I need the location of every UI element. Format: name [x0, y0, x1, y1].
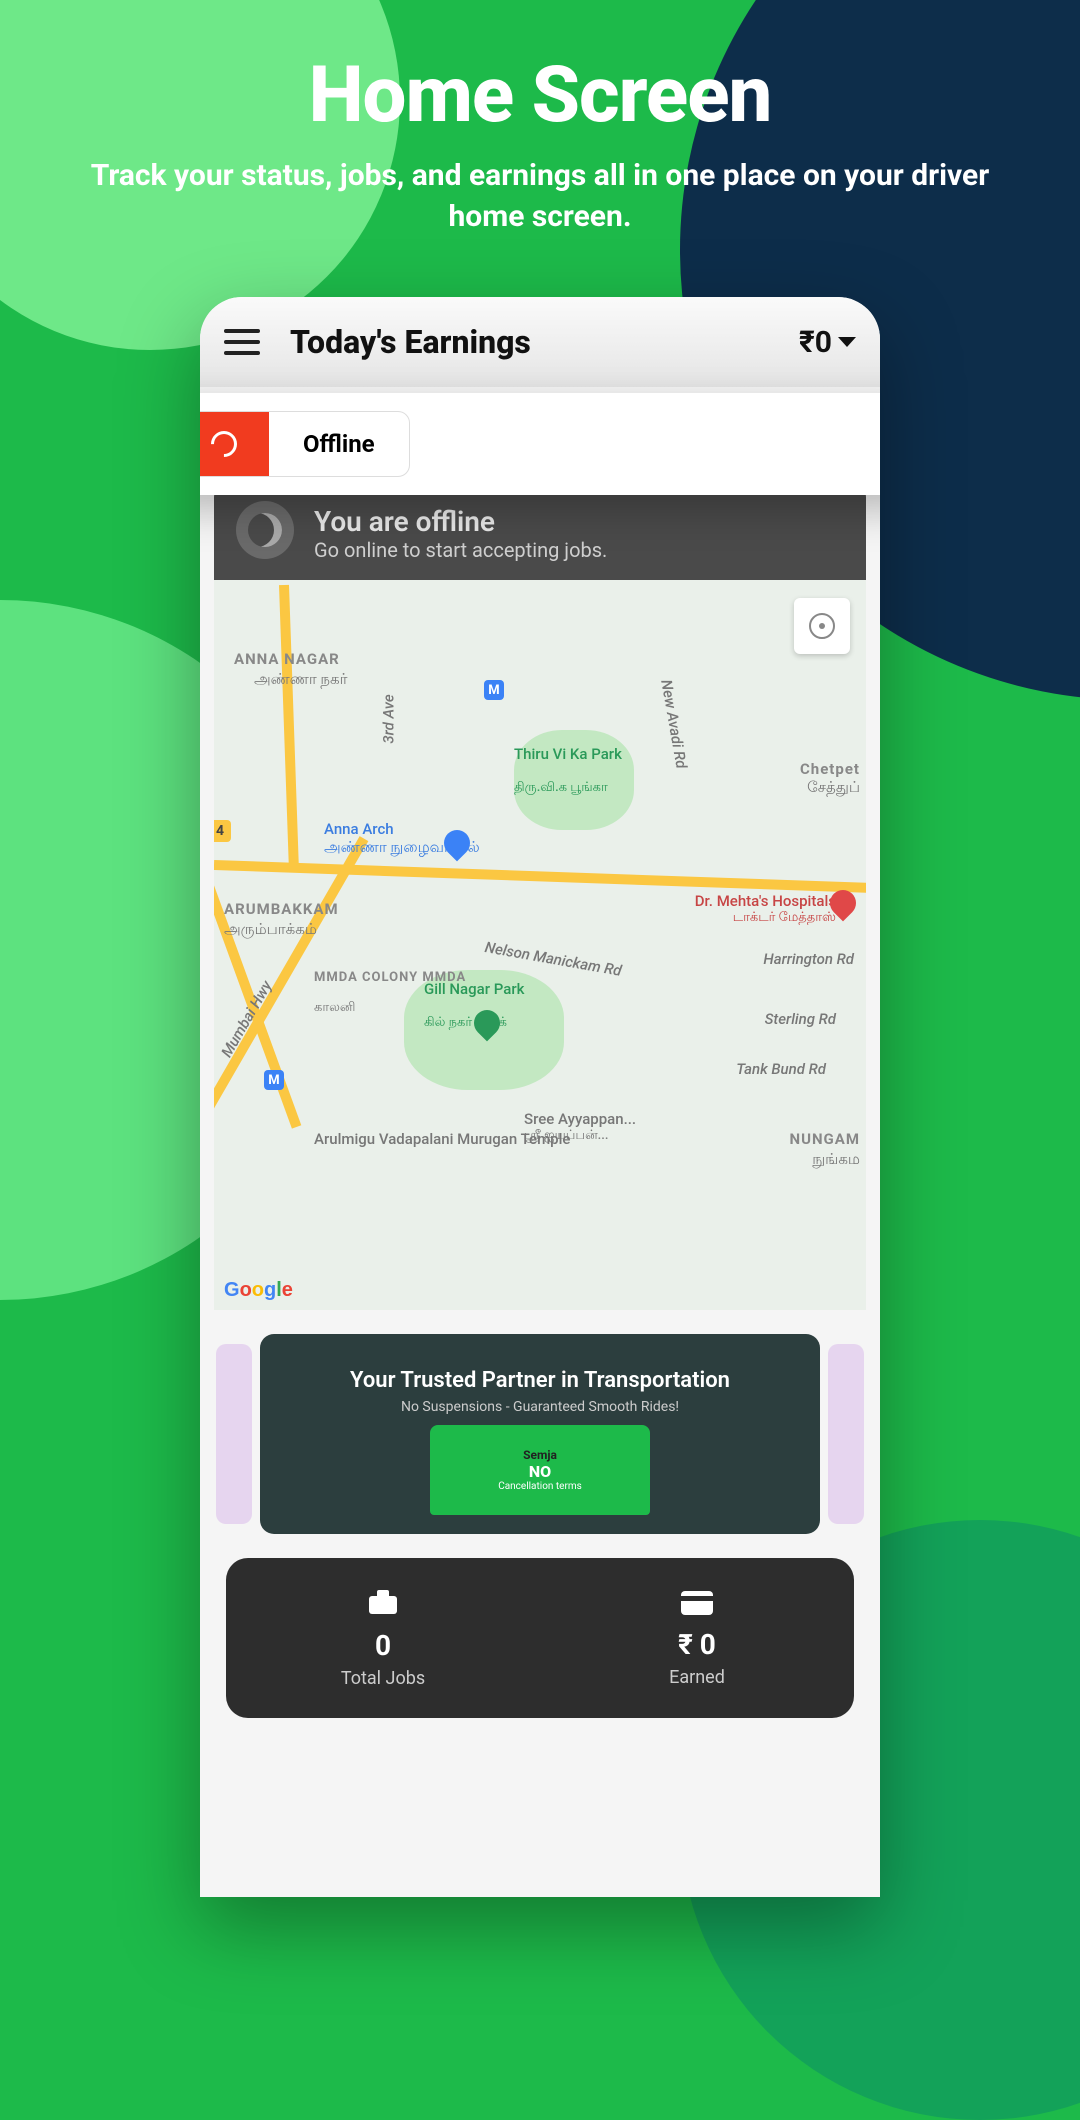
map-label: Dr. Mehta's Hospitals [695, 892, 836, 910]
briefcase-icon [367, 1588, 399, 1623]
map-view[interactable]: ANNA NAGAR அண்ணா நகர் Anna Arch அண்ணா நு… [214, 580, 866, 1310]
map-label: டாக்டர் மேத்தாஸ் [733, 910, 836, 926]
stat-earned[interactable]: ₹ 0 Earned [540, 1558, 854, 1718]
map-label: New Avadi Rd [657, 678, 690, 770]
map-attribution: Google [224, 1279, 293, 1302]
map-label: Chetpet [800, 760, 860, 778]
crosshair-icon [809, 613, 835, 639]
promo-header: Home Screen Track your status, jobs, and… [0, 0, 1080, 267]
map-label: Tank Bund Rd [736, 1060, 826, 1078]
truck-cancel-text: Cancellation terms [498, 1481, 582, 1492]
earned-label: Earned [669, 1667, 725, 1688]
map-label: திரு.வி.க பூங்கா [514, 780, 608, 796]
banner-title: You are offline [314, 505, 842, 538]
ad-subtitle: No Suspensions - Guaranteed Smooth Rides… [401, 1399, 679, 1415]
ad-carousel[interactable]: Your Trusted Partner in Transportation N… [200, 1334, 880, 1534]
phone-frame: Today's Earnings ₹0 Offline You are offl… [200, 297, 880, 1897]
map-label: காலனி [314, 1000, 355, 1016]
card-icon [681, 1589, 713, 1622]
ad-title: Your Trusted Partner in Transportation [350, 1368, 730, 1393]
metro-icon: M [264, 1070, 284, 1090]
offline-banner: You are offline Go online to start accep… [214, 487, 866, 580]
truck-brand: Semja [523, 1448, 557, 1462]
map-label: Arulmigu Vadapalani Murugan Temple [314, 1130, 570, 1148]
locate-button[interactable] [794, 598, 850, 654]
map-label: ARUMBAKKAM [224, 900, 339, 918]
menu-button[interactable] [224, 329, 260, 355]
ad-card[interactable]: Your Trusted Partner in Transportation N… [260, 1334, 820, 1534]
map-label: அரும்பாக்கம் [224, 920, 317, 940]
promo-title: Home Screen [80, 50, 1000, 141]
banner-subtitle: Go online to start accepting jobs. [314, 538, 842, 562]
stat-total-jobs[interactable]: 0 Total Jobs [226, 1558, 540, 1718]
map-label: Sterling Rd [765, 1010, 836, 1028]
chevron-down-icon [838, 337, 856, 347]
promo-subtitle: Track your status, jobs, and earnings al… [80, 156, 1000, 237]
moon-icon [206, 426, 243, 463]
stats-bar: 0 Total Jobs ₹ 0 Earned [226, 1558, 854, 1718]
earnings-dropdown[interactable]: ₹0 [799, 325, 856, 360]
map-label: நுங்கம [812, 1150, 860, 1170]
ad-prev-peek[interactable] [216, 1344, 252, 1524]
route-badge: 4 [214, 820, 231, 842]
jobs-value: 0 [375, 1629, 391, 1662]
moon-icon [236, 501, 294, 559]
page-title: Today's Earnings [290, 323, 781, 361]
map-label: Gill Nagar Park [424, 980, 524, 998]
map-label: Harrington Rd [763, 950, 854, 968]
metro-icon: M [484, 680, 504, 700]
jobs-label: Total Jobs [341, 1668, 425, 1689]
map-label: NUNGAM [790, 1130, 861, 1148]
topbar: Today's Earnings ₹0 [200, 297, 880, 387]
ad-next-peek[interactable] [828, 1344, 864, 1524]
offline-toggle-button[interactable] [200, 412, 269, 476]
earned-value: ₹ 0 [678, 1628, 716, 1661]
earnings-value: ₹0 [799, 325, 832, 360]
map-label: Thiru Vi Ka Park [514, 745, 622, 763]
toggle-label: Offline [269, 412, 409, 476]
map-label: Anna Arch [324, 820, 394, 838]
map-label: சேத்துப் [807, 778, 860, 798]
map-label: 3rd Ave [380, 694, 398, 743]
map-label: Sree Ayyappan... [524, 1110, 636, 1128]
truck-illustration: Semja NO Cancellation terms [430, 1425, 650, 1515]
status-card: Offline [200, 393, 880, 495]
online-toggle[interactable]: Offline [200, 411, 410, 477]
map-label: அண்ணா நகர் [254, 670, 347, 690]
truck-no-text: NO [529, 1462, 551, 1481]
map-label: ANNA NAGAR [234, 650, 340, 668]
